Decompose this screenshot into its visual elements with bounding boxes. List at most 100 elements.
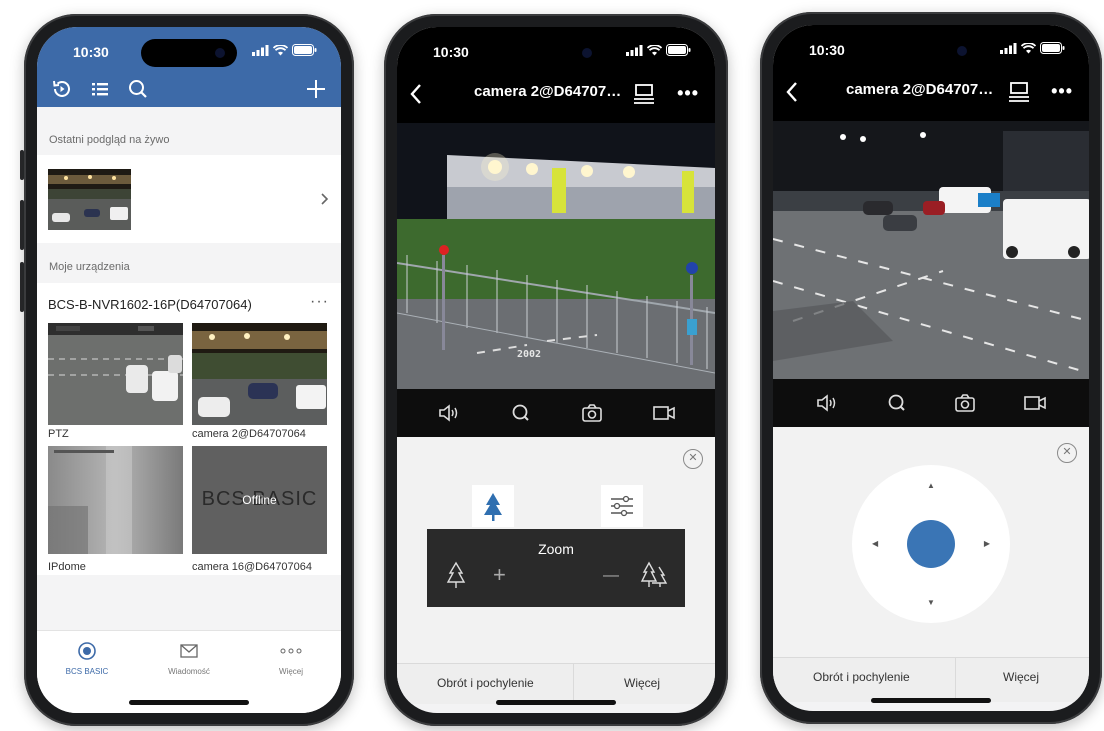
tab-bcs-basic[interactable]: BCS BASIC <box>47 641 127 676</box>
sliders-icon <box>611 495 633 517</box>
camera-lens-icon <box>78 642 96 660</box>
zoom-search-icon[interactable] <box>509 403 533 423</box>
bottom-tabs: Obrót i pochylenie Więcej <box>773 657 1089 702</box>
divider <box>573 664 574 704</box>
history-icon[interactable] <box>50 77 74 101</box>
back-chevron-icon[interactable] <box>409 83 423 105</box>
back-chevron-icon[interactable] <box>785 81 799 103</box>
screen: 10:30 camera 2@D64707… ••• <box>773 25 1089 711</box>
zoom-plus-button[interactable]: + <box>493 562 506 588</box>
record-video-icon[interactable] <box>652 403 676 423</box>
phone-device-list: 10:30 Ostatni podgląd na żywo Moje urząd… <box>24 14 354 726</box>
camera-label-ptz: PTZ <box>48 428 69 440</box>
add-icon[interactable] <box>304 77 328 101</box>
snapshot-camera-icon[interactable] <box>580 403 604 423</box>
recent-live-label: Ostatni podgląd na żywo <box>49 134 170 146</box>
snapshot-camera-icon[interactable] <box>953 393 977 413</box>
video-overlay-text: 2002 <box>517 349 542 360</box>
status-time: 10:30 <box>433 44 469 60</box>
tab-more[interactable]: Więcej <box>251 641 331 676</box>
recent-thumbnail[interactable] <box>48 169 131 230</box>
camera-label-camera-16: camera 16@D64707064 <box>192 561 313 573</box>
tab-messages[interactable]: Wiadomość <box>149 641 229 676</box>
camera-thumb-ptz[interactable] <box>48 323 183 425</box>
camera-title: camera 2@D64707… <box>846 81 994 98</box>
zoom-out-tree-icon[interactable] <box>445 561 467 589</box>
parking-lot-image <box>48 169 131 230</box>
status-icons <box>1000 42 1065 54</box>
camera-title: camera 2@D64707… <box>474 83 622 100</box>
wifi-icon <box>647 44 662 55</box>
battery-icon <box>666 44 691 56</box>
nvr-more-button[interactable]: ··· <box>310 293 329 311</box>
ptz-right-arrow[interactable]: ▶ <box>984 539 990 548</box>
status-time: 10:30 <box>73 44 109 60</box>
settings-tool-button[interactable] <box>601 485 643 527</box>
camera-thumb-camera-16[interactable]: BCS BASIC Offline <box>192 446 327 554</box>
battery-icon <box>292 44 317 56</box>
video-controls <box>397 389 715 437</box>
nvr-name: BCS-B-NVR1602-16P(D64707064) <box>48 297 252 312</box>
home-indicator <box>129 700 249 705</box>
zoom-label: Zoom <box>538 541 574 557</box>
screen: 10:30 camera 2@D64707… ••• <box>397 27 715 713</box>
close-panel-icon[interactable]: ✕ <box>683 449 703 469</box>
close-panel-icon[interactable]: ✕ <box>1057 443 1077 463</box>
speaker-icon[interactable] <box>437 403 461 423</box>
ptz-up-arrow[interactable]: ▲ <box>852 481 1010 490</box>
control-panel: ✕ Zoom + — <box>397 437 715 663</box>
focus-tool-button[interactable] <box>472 485 514 527</box>
camera-2-image <box>192 323 327 425</box>
recent-live-row[interactable] <box>37 155 341 243</box>
dynamic-island <box>508 39 604 67</box>
zoom-popup: Zoom + — <box>427 529 685 607</box>
multi-screen-icon[interactable] <box>633 84 655 104</box>
live-video[interactable] <box>773 121 1089 379</box>
multi-screen-icon[interactable] <box>1008 82 1030 102</box>
record-video-icon[interactable] <box>1023 393 1047 413</box>
envelope-icon <box>180 644 198 658</box>
phone-zoom-view: 10:30 camera 2@D64707… ••• 2002 ✕ Zoom +… <box>384 14 728 726</box>
tab-pan-tilt[interactable]: Obrót i pochylenie <box>813 670 910 684</box>
signal-icon <box>1000 42 1017 54</box>
ptz-down-arrow[interactable]: ▼ <box>852 598 1010 607</box>
signal-icon <box>626 44 643 56</box>
phone-ptz-view: 10:30 camera 2@D64707… ••• ✕ ▲ ▼ ◀ ▶ Obr… <box>760 12 1102 724</box>
more-menu-button[interactable]: ••• <box>677 83 699 104</box>
ptz-joystick-pad[interactable]: ▲ ▼ ◀ ▶ <box>852 465 1010 623</box>
camera-thumb-ipdome[interactable] <box>48 446 183 554</box>
status-icons <box>626 44 691 56</box>
zoom-search-icon[interactable] <box>885 393 909 413</box>
camera-thumb-camera-2[interactable] <box>192 323 327 425</box>
tree-icon <box>484 493 502 521</box>
list-icon[interactable] <box>88 77 112 101</box>
offline-status: Offline <box>242 493 277 507</box>
wifi-icon <box>273 44 288 55</box>
zoom-in-trees-icon[interactable] <box>639 561 669 589</box>
live-video[interactable]: 2002 <box>397 123 715 389</box>
dynamic-island <box>141 39 237 67</box>
tab-more[interactable]: Więcej <box>624 676 660 690</box>
divider <box>955 658 956 702</box>
chevron-right-icon[interactable] <box>320 192 329 206</box>
ptz-joystick-knob[interactable] <box>907 520 955 568</box>
speaker-icon[interactable] <box>815 393 839 413</box>
tab-bar: BCS BASIC Wiadomość Więcej <box>37 630 341 713</box>
camera-label-camera-2: camera 2@D64707064 <box>192 428 306 440</box>
status-icons <box>252 44 317 56</box>
home-indicator <box>496 700 616 705</box>
tab-more[interactable]: Więcej <box>1003 670 1039 684</box>
search-icon[interactable] <box>126 77 150 101</box>
ptz-camera-image <box>48 323 183 425</box>
status-time: 10:30 <box>809 42 845 58</box>
toolbar <box>37 71 341 107</box>
my-devices-label: Moje urządzenia <box>49 261 130 273</box>
tab-pan-tilt[interactable]: Obrót i pochylenie <box>437 676 534 690</box>
ptz-left-arrow[interactable]: ◀ <box>872 539 878 548</box>
battery-icon <box>1040 42 1065 54</box>
home-indicator <box>871 698 991 703</box>
ipdome-camera-image <box>48 446 183 554</box>
zoom-minus-button[interactable]: — <box>603 567 619 585</box>
more-menu-button[interactable]: ••• <box>1051 81 1073 102</box>
bottom-tabs: Obrót i pochylenie Więcej <box>397 663 715 704</box>
